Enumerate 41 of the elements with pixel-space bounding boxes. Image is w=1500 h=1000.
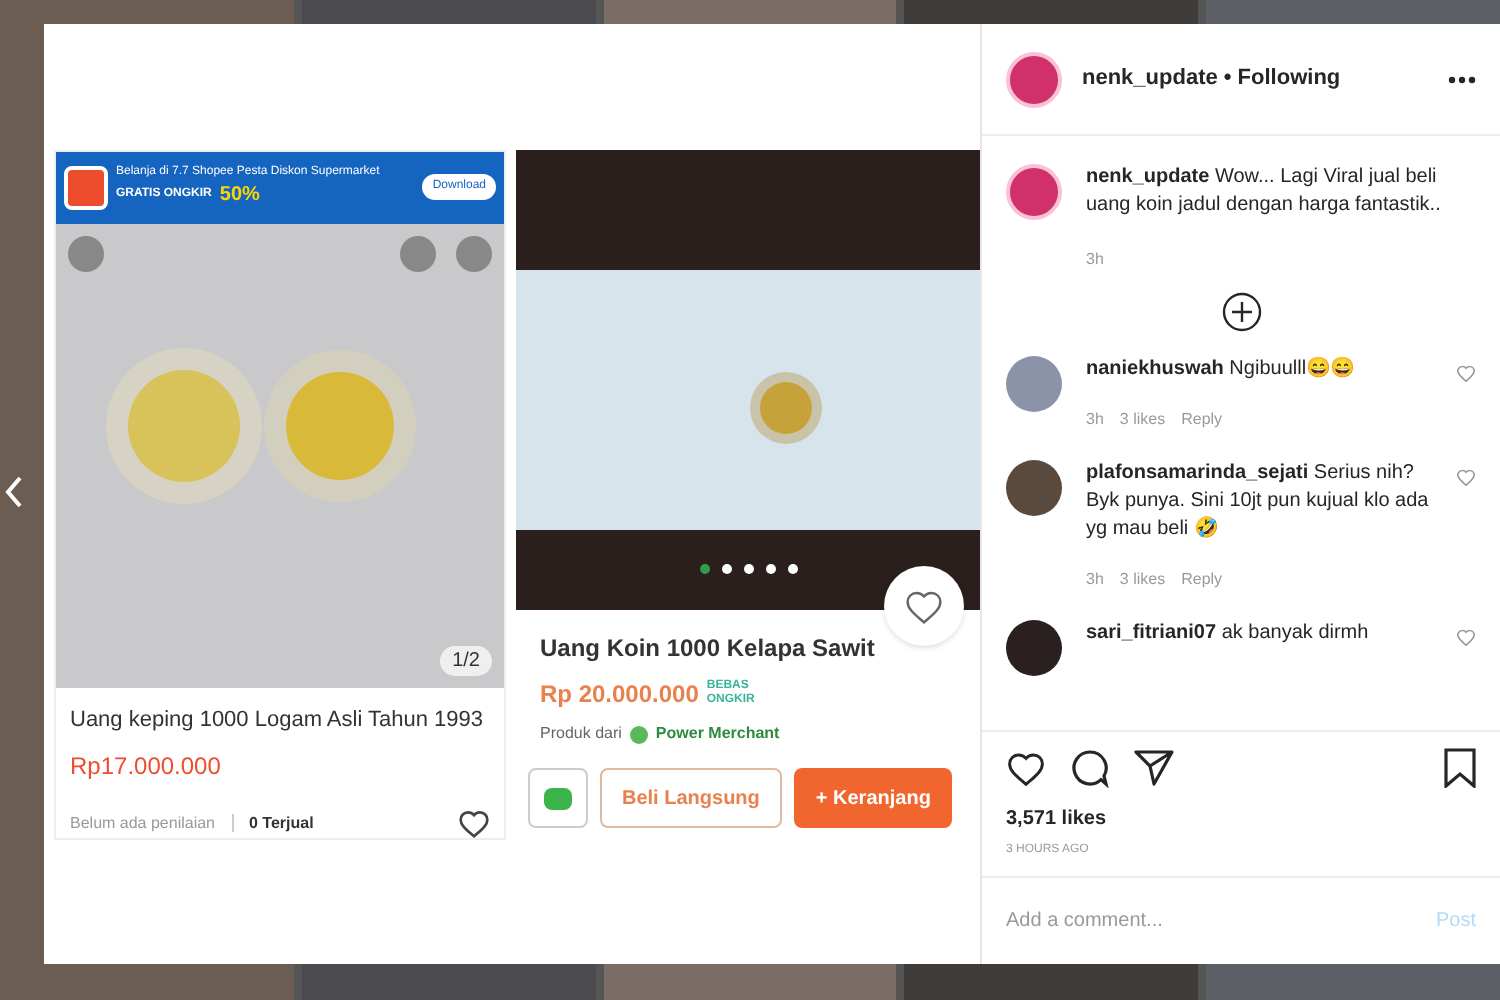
product-title: Uang keping 1000 Logam Asli Tahun 1993	[70, 705, 486, 735]
banner-discount: 50%	[219, 182, 260, 211]
avatar[interactable]	[1006, 620, 1062, 676]
heart-icon[interactable]	[458, 808, 490, 838]
load-more-icon[interactable]	[1221, 292, 1261, 332]
caption-time: 3h	[1086, 248, 1106, 272]
comment-text: naniekhuswah Ngibuulll😄😄	[1086, 356, 1357, 384]
caption-text: nenk_update Wow... Lagi Viral jual beli uang koin jadul dengan harga fantastik..	[1086, 164, 1443, 220]
product-price: Rp17.000.000	[70, 750, 223, 784]
comment-time: 3h	[1086, 408, 1104, 432]
share-icon[interactable]	[1134, 750, 1174, 786]
post-header: nenk_update • Following	[1082, 64, 1341, 95]
sold-count: 0 Terjual	[249, 811, 314, 835]
comment-field[interactable]: Add a comment...	[1006, 906, 1436, 936]
rating-status: Belum ada penilaian	[70, 811, 215, 835]
comment-icon[interactable]	[1070, 748, 1110, 788]
reply-link[interactable]: Reply	[1181, 568, 1223, 592]
seller-label: Power Merchant	[655, 722, 780, 746]
heart-icon	[904, 588, 944, 624]
product-title: Uang Koin 1000 Kelapa Sawit	[540, 632, 877, 666]
chat-button[interactable]	[528, 768, 588, 828]
more-options-icon[interactable]	[1448, 75, 1476, 83]
comment-time: 3h	[1086, 568, 1104, 592]
comment-likes[interactable]: 3 likes	[1119, 408, 1166, 432]
avatar[interactable]	[1006, 460, 1062, 516]
comment-text: sari_fitriani07 ak banyak dirmh	[1086, 620, 1371, 648]
like-icon[interactable]	[1006, 750, 1046, 786]
image-counter: 1/2	[440, 645, 492, 675]
wishlist-button[interactable]	[884, 566, 964, 646]
comment-text: plafonsamarinda_sejati Serius nih? Byk punya. Sini 10jt pun kujual klo ada yg mau beli 🤣	[1086, 460, 1431, 544]
reply-link[interactable]: Reply	[1181, 408, 1223, 432]
bookmark-icon[interactable]	[1444, 748, 1476, 788]
likes-count[interactable]: 3,571 likes	[1006, 804, 1476, 834]
comment-likes[interactable]: 3 likes	[1119, 568, 1166, 592]
buy-now-button[interactable]: Beli Langsung	[600, 768, 782, 828]
merchant-icon	[629, 725, 648, 743]
product-price: Rp 20.000.000	[540, 678, 699, 712]
add-to-cart-button[interactable]: + Keranjang	[793, 768, 953, 828]
coin-drawing	[748, 370, 824, 446]
seller-prefix: Produk dari	[540, 722, 622, 746]
shop-logo-icon	[64, 165, 108, 210]
